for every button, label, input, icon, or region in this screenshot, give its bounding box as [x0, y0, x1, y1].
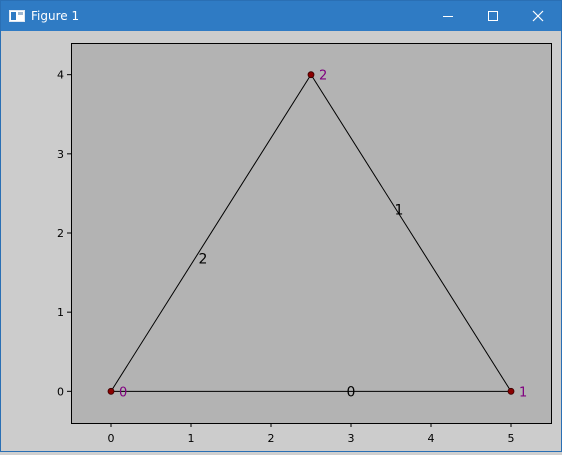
- node-point-0: [107, 387, 115, 395]
- x-tick-label-1: 1: [188, 432, 195, 445]
- x-tick-label-5: 5: [508, 432, 515, 445]
- edge-label-1: 1: [395, 202, 404, 218]
- close-button[interactable]: [515, 1, 561, 31]
- x-tick-label-2: 2: [268, 432, 275, 445]
- edge-label-0: 0: [347, 384, 356, 400]
- window-title: Figure 1: [31, 9, 80, 23]
- figure-canvas[interactable]: 0 1 2 0 1 2 0 1 2 3 4 5 0 1 2 3 4: [1, 31, 561, 451]
- node-label-0: 0: [119, 385, 127, 400]
- minimize-button[interactable]: [425, 1, 471, 31]
- network-plot[interactable]: 0 1 2 0 1 2 0 1 2 3 4 5 0 1 2 3 4: [1, 31, 561, 451]
- node-point-1: [507, 387, 515, 395]
- y-tick-label-1: 1: [57, 306, 64, 319]
- node-label-1: 1: [519, 385, 527, 400]
- node-point-2: [307, 71, 315, 79]
- y-tick-label-2: 2: [57, 227, 64, 240]
- y-tick-label-3: 3: [57, 148, 64, 161]
- figure-app-icon: [9, 10, 25, 22]
- y-tick-label-0: 0: [57, 385, 64, 398]
- axes-background: [71, 43, 551, 423]
- title-bar[interactable]: Figure 1: [1, 1, 561, 31]
- maximize-button[interactable]: [470, 1, 516, 31]
- x-tick-label-3: 3: [348, 432, 355, 445]
- close-icon: [532, 10, 544, 22]
- edge-label-2: 2: [199, 251, 208, 267]
- y-tick-label-4: 4: [57, 69, 64, 82]
- x-tick-label-0: 0: [108, 432, 115, 445]
- node-label-2: 2: [319, 69, 327, 84]
- x-tick-label-4: 4: [428, 432, 435, 445]
- figure-window: Figure 1 0 1 2 0 1 2 0 1 2 3 4 5 0 1 2 3 4: [0, 0, 562, 452]
- minimize-icon: [443, 16, 453, 17]
- maximize-icon: [488, 11, 498, 21]
